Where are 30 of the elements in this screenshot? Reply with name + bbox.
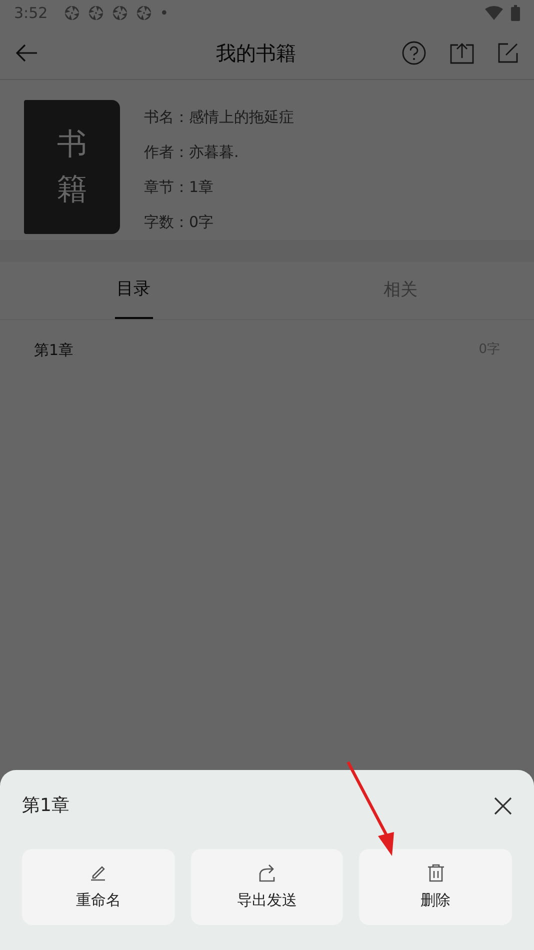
status-dot: • [160,2,169,24]
sheet-title: 第1章 [22,794,70,818]
cover-char: 书 [57,126,87,164]
field-label: 作者： [144,143,189,161]
upload-icon[interactable] [450,42,474,64]
field-value: 亦暮暮. [189,143,239,161]
action-button[interactable]: 重命名 [22,849,175,925]
notification-icon [136,5,152,21]
field-label: 书名： [144,108,189,126]
action-button[interactable]: 导出发送 [190,849,344,925]
help-icon[interactable] [402,40,426,64]
notification-icon [112,5,128,21]
back-icon[interactable] [16,44,38,62]
tab[interactable]: 目录 [114,262,152,319]
trash-icon [426,862,446,883]
notification-icon [64,5,80,21]
edit-icon[interactable] [498,42,518,62]
cover-char: 籍 [57,171,87,209]
field-label: 字数： [144,213,189,231]
field-value: 0字 [189,213,214,231]
action-button[interactable]: 删除 [359,849,512,925]
battery-icon [511,5,520,21]
notification-icon [88,5,104,21]
page-title: 我的书籍 [215,40,297,66]
field-value: 1章 [189,178,214,196]
field-value: 感情上的拖延症 [189,108,294,126]
share-icon [257,862,277,883]
wifi-icon [485,6,503,20]
close-icon[interactable] [494,796,512,814]
field-label: 章节： [144,178,189,196]
